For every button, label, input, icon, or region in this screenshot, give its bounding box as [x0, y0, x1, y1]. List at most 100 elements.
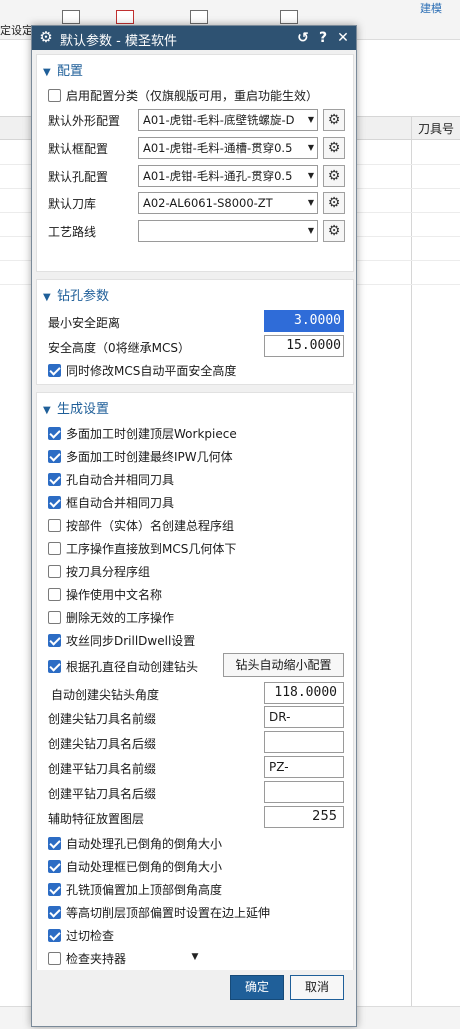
dropdown-arrow-icon: ▼ — [307, 226, 314, 235]
safe-height-label: 安全高度（0将继承MCS） — [48, 341, 190, 355]
checkbox-box — [48, 450, 61, 463]
dialog-title: 默认参数 - 模圣软件 — [60, 34, 177, 49]
default-hole-config-label: 默认孔配置 — [48, 170, 109, 184]
modeling-link[interactable]: 建模 — [420, 0, 442, 16]
dialog-titlebar[interactable]: ⚙ 默认参数 - 模圣软件 ↺ ? ✕ — [32, 26, 356, 50]
cancel-button[interactable]: 取消 — [290, 975, 344, 1000]
pointed-drill-prefix-label: 创建尖钻刀具名前缀 — [48, 712, 157, 726]
checkbox-box — [48, 929, 61, 942]
checkbox-box — [48, 906, 61, 919]
default-tool-library-label: 默认刀库 — [48, 197, 97, 211]
checkbox-box — [48, 496, 61, 509]
checkbox-box — [48, 473, 61, 486]
aux-feature-layer-input[interactable]: 255 — [264, 806, 344, 828]
chevron-down-icon: ▼ — [43, 67, 51, 78]
default-parameters-dialog: ⚙ 默认参数 - 模圣软件 ↺ ? ✕ ▼ 配置 启用配置分类（仅旗舰版可用，重启… — [31, 25, 357, 1027]
checkbox-box — [48, 837, 61, 850]
config-section: ▼ 配置 启用配置分类（仅旗舰版可用，重启功能生效） 默认外形配置 A01-虎钳-… — [36, 54, 354, 272]
default-frame-config-select[interactable]: A01-虎钳-毛料-通槽-贯穿0.5 ▼ — [138, 137, 318, 159]
gear-icon[interactable]: ⚙ — [323, 165, 345, 187]
pointed-drill-suffix-input[interactable] — [264, 731, 344, 753]
gouge-check-checkbox[interactable]: 过切检查 — [48, 927, 114, 945]
toolbar-icon[interactable] — [280, 10, 298, 24]
ops-under-mcs-checkbox[interactable]: 工序操作直接放到MCS几何体下 — [48, 540, 236, 558]
pointed-drill-suffix-label: 创建尖钻刀具名后缀 — [48, 737, 157, 751]
dropdown-arrow-icon: ▼ — [307, 115, 314, 124]
checkbox-box — [48, 588, 61, 601]
ok-button[interactable]: 确定 — [230, 975, 284, 1000]
checkbox-box — [48, 565, 61, 578]
dialog-scroll-area[interactable]: ▼ 配置 启用配置分类（仅旗舰版可用，重启功能生效） 默认外形配置 A01-虎钳-… — [36, 54, 354, 971]
sync-mcs-checkbox[interactable]: 同时修改MCS自动平面安全高度 — [48, 362, 236, 380]
flat-drill-suffix-label: 创建平钻刀具名后缀 — [48, 787, 157, 801]
checkbox-box — [48, 519, 61, 532]
default-hole-config-select[interactable]: A01-虎钳-毛料-通孔-贯穿0.5 ▼ — [138, 165, 318, 187]
drilling-section-header[interactable]: ▼ 钻孔参数 — [43, 285, 109, 304]
delete-invalid-ops-checkbox[interactable]: 删除无效的工序操作 — [48, 609, 174, 627]
default-tool-library-select[interactable]: A02-AL6061-S8000-ZT ▼ — [138, 192, 318, 214]
reset-icon[interactable]: ↺ — [294, 28, 312, 48]
help-icon[interactable]: ? — [314, 28, 332, 48]
flat-drill-suffix-input[interactable] — [264, 781, 344, 803]
create-top-workpiece-checkbox[interactable]: 多面加工时创建顶层Workpiece — [48, 425, 237, 443]
safe-height-input[interactable]: 15.0000 — [264, 335, 344, 357]
hole-mill-top-offset-checkbox[interactable]: 孔铣顶偏置加上顶部倒角高度 — [48, 881, 222, 899]
chevron-down-icon: ▼ — [43, 405, 51, 416]
expand-more-icon[interactable]: ▼ — [36, 952, 354, 966]
tapping-drilldwell-checkbox[interactable]: 攻丝同步DrillDwell设置 — [48, 632, 195, 650]
gear-icon[interactable]: ⚙ — [323, 192, 345, 214]
checkbox-box — [48, 634, 61, 647]
min-safe-distance-input[interactable]: 3.0000 — [264, 310, 344, 332]
gear-icon[interactable]: ⚙ — [323, 220, 345, 242]
default-frame-config-label: 默认框配置 — [48, 142, 109, 156]
toolbar-icon[interactable] — [62, 10, 80, 24]
checkbox-box — [48, 611, 61, 624]
tool-number-column-header[interactable]: 刀具号 — [418, 120, 454, 137]
default-shape-config-label: 默认外形配置 — [48, 114, 121, 128]
hole-chamfer-checkbox[interactable]: 自动处理孔已倒角的倒角大小 — [48, 835, 222, 853]
dropdown-arrow-icon: ▼ — [307, 198, 314, 207]
frame-chamfer-checkbox[interactable]: 自动处理框已倒角的倒角大小 — [48, 858, 222, 876]
generation-section-header[interactable]: ▼ 生成设置 — [43, 398, 109, 417]
aux-feature-layer-label: 辅助特征放置图层 — [48, 812, 145, 826]
drilling-section: ▼ 钻孔参数 最小安全距离 3.0000 安全高度（0将继承MCS） 15.000… — [36, 279, 354, 385]
gear-icon[interactable]: ⚙ — [323, 137, 345, 159]
toolbar-icon[interactable] — [190, 10, 208, 24]
process-route-label: 工艺路线 — [48, 225, 97, 239]
checkbox-box — [48, 883, 61, 896]
grid-divider — [411, 116, 412, 1006]
gear-icon: ⚙ — [39, 28, 53, 46]
drill-angle-input[interactable]: 118.0000 — [264, 682, 344, 704]
checkbox-box — [48, 89, 61, 102]
flat-drill-prefix-input[interactable]: PZ- — [264, 756, 344, 778]
frame-merge-tools-checkbox[interactable]: 框自动合并相同刀具 — [48, 494, 174, 512]
group-by-tool-checkbox[interactable]: 按刀具分程序组 — [48, 563, 150, 581]
generation-section: ▼ 生成设置 多面加工时创建顶层Workpiece 多面加工时创建最终IPW几何体… — [36, 392, 354, 971]
hole-merge-tools-checkbox[interactable]: 孔自动合并相同刀具 — [48, 471, 174, 489]
dropdown-arrow-icon: ▼ — [307, 143, 314, 152]
dropdown-arrow-icon: ▼ — [307, 171, 314, 180]
flat-drill-prefix-label: 创建平钻刀具名前缀 — [48, 762, 157, 776]
checkbox-box — [48, 660, 61, 673]
toolbar-icon[interactable] — [116, 10, 134, 24]
config-section-header[interactable]: ▼ 配置 — [43, 60, 83, 79]
auto-create-drill-checkbox[interactable]: 根据孔直径自动创建钻头 — [48, 658, 198, 676]
gear-icon[interactable]: ⚙ — [323, 109, 345, 131]
checkbox-box — [48, 542, 61, 555]
dialog-footer: 确定 取消 — [32, 970, 356, 1026]
group-by-part-checkbox[interactable]: 按部件（实体）名创建总程序组 — [48, 517, 234, 535]
chinese-op-names-checkbox[interactable]: 操作使用中文名称 — [48, 586, 162, 604]
checkbox-box — [48, 860, 61, 873]
default-shape-config-select[interactable]: A01-虎钳-毛料-底壁铣螺旋-D ▼ — [138, 109, 318, 131]
background-left-text: 定设定 — [0, 24, 33, 37]
checkbox-box — [48, 427, 61, 440]
enable-config-class-checkbox[interactable]: 启用配置分类（仅旗舰版可用，重启功能生效） — [48, 87, 318, 105]
zlevel-extend-edge-checkbox[interactable]: 等高切削层顶部偏置时设置在边上延伸 — [48, 904, 270, 922]
pointed-drill-prefix-input[interactable]: DR- — [264, 706, 344, 728]
drill-angle-label: 自动创建尖钻头角度 — [51, 688, 160, 702]
close-icon[interactable]: ✕ — [334, 28, 352, 48]
create-final-ipw-checkbox[interactable]: 多面加工时创建最终IPW几何体 — [48, 448, 233, 466]
drill-auto-shrink-config-button[interactable]: 钻头自动缩小配置 — [223, 653, 344, 677]
chevron-down-icon: ▼ — [43, 292, 51, 303]
process-route-select[interactable]: ▼ — [138, 220, 318, 242]
